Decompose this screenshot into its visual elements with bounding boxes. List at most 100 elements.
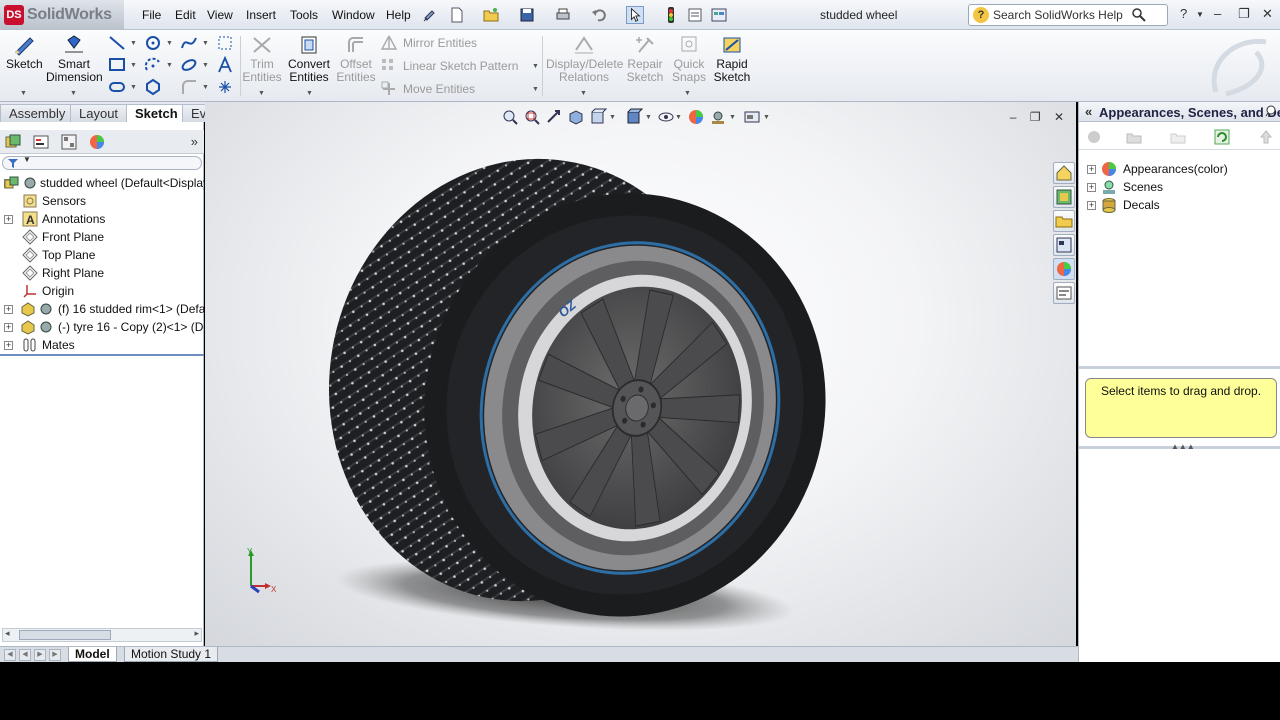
sketch-dropdown-icon[interactable]: ▼ [20,90,27,97]
menu-window[interactable]: Window [332,8,375,22]
fillet-dropdown-icon[interactable]: ▼ [202,84,209,91]
view-orientation-dropdown-icon[interactable]: ▼ [609,114,616,121]
new-document-icon[interactable] [448,6,466,24]
relations-dropdown-icon[interactable]: ▼ [580,90,587,97]
tab-motion-study[interactable]: Motion Study 1 [124,647,219,662]
viewport-close-icon[interactable]: ✕ [1054,110,1064,124]
options-icon[interactable] [710,6,728,24]
tree-item-right-plane[interactable]: Right Plane [0,264,204,282]
construction-geometry-icon[interactable] [216,34,234,52]
pin-pane-icon[interactable] [1265,105,1277,117]
point-icon[interactable] [216,78,234,96]
trim-entities-button[interactable]: Trim Entities [242,34,282,84]
previous-tab-icon[interactable]: ◀ [19,649,31,661]
move-dropdown-icon[interactable]: ▼ [532,86,539,93]
save-icon[interactable] [518,6,536,24]
up-level-icon[interactable] [1257,128,1275,146]
graphics-area[interactable]: ▼ ▼ ▼ ▼ ▼ – ❐ ✕ OZ Y X [205,102,1076,646]
previous-view-icon[interactable] [545,108,563,126]
tab-sketch[interactable]: Sketch [126,104,187,122]
zoom-area-icon[interactable] [523,108,541,126]
move-entities-icon[interactable] [380,80,398,98]
tree-item-sensors[interactable]: Sensors [0,192,204,210]
apply-scene-dropdown-icon[interactable]: ▼ [729,114,736,121]
quick-snaps-dropdown-icon[interactable]: ▼ [684,90,691,97]
search-help-input[interactable]: ? Search SolidWorks Help [968,4,1168,26]
zoom-to-fit-icon[interactable] [501,108,519,126]
studded-wheel-model[interactable]: OZ [325,150,845,640]
tree-item-studded-rim[interactable]: + (f) 16 studded rim<1> (Default<<Defaul… [0,300,204,318]
linear-pattern-icon[interactable] [380,57,398,75]
display-style-icon[interactable] [625,108,643,126]
line-dropdown-icon[interactable]: ▼ [130,40,137,47]
slot-dropdown-icon[interactable]: ▼ [130,84,137,91]
trim-dropdown-icon[interactable]: ▼ [258,90,265,97]
text-sketch-icon[interactable] [216,56,234,74]
view-settings-icon[interactable] [743,108,761,126]
open-folder-icon[interactable] [482,6,500,24]
display-delete-relations-button[interactable]: Display/Delete Relations [546,34,623,84]
slot-icon[interactable] [108,78,126,96]
tree-item-mates[interactable]: + Mates [0,336,204,354]
tree-expand-toggle[interactable]: + [1087,183,1096,192]
rollback-bar[interactable] [0,354,204,356]
hide-show-items-icon[interactable] [657,108,675,126]
line-icon[interactable] [108,34,126,52]
quick-snaps-button[interactable]: Quick Snaps [670,34,708,84]
display-manager-icon[interactable] [88,133,106,151]
rectangle-dropdown-icon[interactable]: ▼ [130,62,137,69]
move-entities-button[interactable]: Move Entities [403,82,475,96]
add-folder-icon[interactable] [1125,128,1143,146]
tab-assembly[interactable]: Assembly [0,104,75,122]
scroll-left-icon[interactable]: ◂ [5,628,10,639]
first-tab-icon[interactable]: ◀ [4,649,16,661]
menu-view[interactable]: View [207,8,233,22]
close-window-icon[interactable]: ✕ [1262,6,1273,22]
pattern-dropdown-icon[interactable]: ▼ [532,63,539,70]
tree-item-tyre[interactable]: + (-) tyre 16 - Copy (2)<1> (Default<<De… [0,318,204,336]
tree-filter-input[interactable]: ▼ [2,155,202,170]
spline-icon[interactable] [180,34,198,52]
convert-dropdown-icon[interactable]: ▼ [306,90,313,97]
feature-manager-tree-icon[interactable] [4,133,22,151]
view-settings-dropdown-icon[interactable]: ▼ [763,114,770,121]
splitter-grip-icon[interactable]: ▲▲▲ [1171,442,1195,451]
arc-dropdown-icon[interactable]: ▼ [166,62,173,69]
design-library-tab[interactable] [1053,186,1075,208]
offset-entities-button[interactable]: Offset Entities [336,34,376,84]
undo-icon[interactable] [590,6,608,24]
convert-entities-button[interactable]: Convert Entities [286,34,332,84]
hide-show-dropdown-icon[interactable]: ▼ [675,114,682,121]
ellipse-icon[interactable] [180,56,198,74]
mirror-entities-button[interactable]: Mirror Entities [403,36,477,50]
edit-appearance-icon[interactable] [687,108,705,126]
file-explorer-tab[interactable] [1053,210,1075,232]
scroll-thumb[interactable] [19,630,111,640]
menu-tools[interactable]: Tools [290,8,318,22]
sketch-button[interactable]: Sketch [6,34,43,71]
open-folder-icon[interactable] [1169,128,1187,146]
rebuild-icon[interactable] [662,6,680,24]
fillet-icon[interactable] [180,78,198,96]
tree-item-appearances[interactable]: + Appearances(color) [1079,160,1280,178]
tree-item-top-plane[interactable]: Top Plane [0,246,204,264]
menu-file[interactable]: File [142,8,161,22]
horizontal-scrollbar[interactable]: ◂ ▸ [2,628,202,642]
ellipse-dropdown-icon[interactable]: ▼ [202,62,209,69]
help-button[interactable]: ? [1180,6,1187,21]
display-style-dropdown-icon[interactable]: ▼ [645,114,652,121]
last-tab-icon[interactable]: ▶ [49,649,61,661]
circle-icon[interactable] [144,34,162,52]
tree-expand-toggle[interactable]: + [4,215,13,224]
help-dropdown-icon[interactable]: ▼ [1196,10,1204,19]
rectangle-icon[interactable] [108,56,126,74]
apply-scene-icon[interactable] [709,108,727,126]
mirror-entities-icon[interactable] [380,34,398,52]
configuration-manager-icon[interactable] [60,133,78,151]
print-icon[interactable] [554,6,572,24]
tree-expand-toggle[interactable]: + [4,341,13,350]
tree-item-assembly-root[interactable]: - studded wheel (Default<Display State-1… [0,174,204,192]
custom-properties-tab[interactable] [1053,282,1075,304]
next-tab-icon[interactable]: ▶ [34,649,46,661]
menu-edit[interactable]: Edit [175,8,196,22]
